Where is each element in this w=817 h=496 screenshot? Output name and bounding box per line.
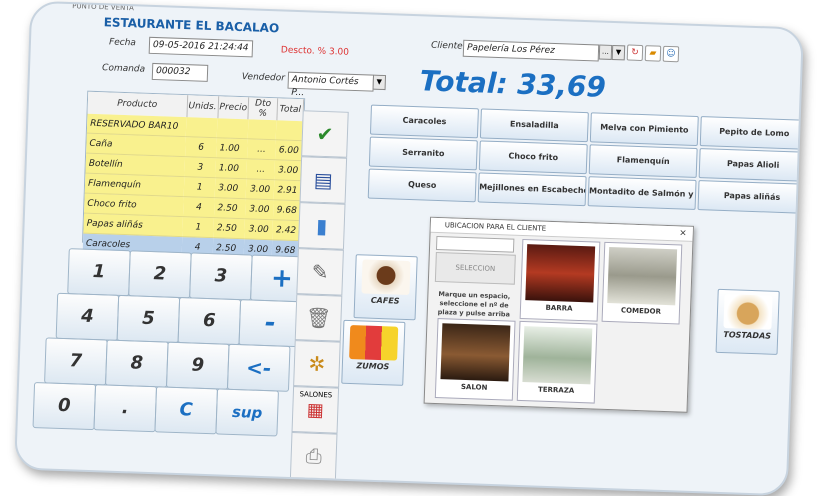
- cliente-label: Cliente: [430, 40, 463, 52]
- open-folder-icon[interactable]: ▮: [297, 202, 346, 250]
- key-6[interactable]: 6: [177, 297, 242, 346]
- product-button[interactable]: Ensaladilla: [479, 108, 589, 143]
- location-dialog: UBICACION PARA EL CLIENTE × SELECCION Ma…: [423, 216, 694, 413]
- printer-icon[interactable]: ⎙: [289, 432, 338, 480]
- product-button[interactable]: Serranito: [368, 136, 478, 171]
- key-5[interactable]: 5: [116, 294, 181, 344]
- fecha-label: Fecha: [108, 37, 137, 49]
- restaurant-name: ESTAURANTE EL BACALAO: [103, 15, 280, 36]
- vendedor-field[interactable]: Antonio Cortés P...: [287, 71, 375, 98]
- seleccion-button[interactable]: SELECCION: [434, 251, 516, 285]
- key-2[interactable]: 2: [128, 250, 192, 299]
- salones-label: SALONES: [299, 390, 333, 400]
- comanda-label: Comanda: [101, 63, 146, 75]
- edit-pencil-icon[interactable]: ✎: [296, 248, 344, 296]
- salones-button[interactable]: SALONES ▦: [291, 386, 340, 434]
- product-button[interactable]: Mejillones en Escabeche: [477, 172, 587, 207]
- category-label: CAFES: [370, 295, 400, 306]
- place-label: COMEDOR: [620, 306, 662, 316]
- broom-icon[interactable]: ✲: [293, 340, 341, 388]
- side-toolbar: ✔ ▤ ▮ ✎ 🗑 ✲ SALONES ▦ ⎙: [289, 110, 349, 480]
- place-comedor[interactable]: COMEDOR: [601, 241, 683, 325]
- key-backspace[interactable]: <-: [226, 343, 291, 392]
- category-label: ZUMOS: [356, 361, 390, 372]
- product-button[interactable]: Pepito de Lomo: [699, 116, 804, 150]
- category-tostadas[interactable]: TOSTADAS: [715, 288, 780, 355]
- salon-photo: [440, 323, 511, 382]
- refresh-icon[interactable]: ↻: [626, 44, 644, 62]
- dialog-title: UBICACION PARA EL CLIENTE: [444, 221, 547, 233]
- col-total: Total: [276, 98, 304, 122]
- vendedor-dropdown-icon[interactable]: ▼: [372, 74, 387, 91]
- key-sup[interactable]: sup: [215, 388, 279, 437]
- category-cafes[interactable]: CAFES: [353, 254, 418, 321]
- place-label: TERRAZA: [537, 385, 575, 395]
- barra-photo: [525, 244, 596, 303]
- coffee-icon: [361, 259, 411, 296]
- comanda-field[interactable]: 000032: [151, 62, 209, 82]
- map-icon: ▦: [306, 399, 325, 422]
- key-1[interactable]: 1: [67, 248, 131, 297]
- save-icon[interactable]: ▤: [299, 156, 348, 204]
- product-button[interactable]: Melva con Pimiento: [589, 112, 699, 147]
- product-button[interactable]: Papas aliñás: [697, 180, 804, 214]
- col-unids: Unids.: [186, 95, 219, 119]
- pos-window: PUNTO DE VENTA ESTAURANTE EL BACALAO Fec…: [14, 0, 804, 496]
- key-4[interactable]: 4: [55, 292, 120, 341]
- close-icon[interactable]: ×: [679, 226, 687, 240]
- category-zumos[interactable]: ZUMOS: [341, 319, 406, 386]
- descuento-label: Descto. % 3.00: [280, 45, 350, 58]
- cliente-more-icon[interactable]: …: [598, 44, 613, 60]
- fecha-field[interactable]: 09-05-2016 21:24:44: [148, 36, 254, 58]
- key-7[interactable]: 7: [44, 337, 108, 386]
- place-barra[interactable]: BARRA: [519, 238, 601, 322]
- col-dto: Dto %: [248, 97, 278, 121]
- plaza-field[interactable]: [435, 235, 515, 253]
- product-button[interactable]: Choco frito: [478, 140, 588, 175]
- terraza-photo: [522, 326, 593, 385]
- key-3[interactable]: 3: [189, 252, 253, 301]
- place-salon[interactable]: SALON: [434, 318, 516, 401]
- trash-icon[interactable]: 🗑: [294, 294, 343, 342]
- cliente-field[interactable]: Papelería Los Pérez: [462, 39, 600, 62]
- toast-icon: [723, 294, 773, 330]
- col-precio: Precio: [217, 96, 249, 120]
- key-8[interactable]: 8: [105, 339, 169, 388]
- product-button[interactable]: Papas Alioli: [698, 148, 804, 182]
- numeric-keypad: 1 2 3 + 4 5 6 - 7 8 9 <- 0 . C sup: [22, 247, 314, 446]
- top-caption: PUNTO DE VENTA: [72, 2, 134, 13]
- order-table: Producto Unids. Precio Dto % Total RESER…: [82, 90, 306, 261]
- juice-icon: [349, 324, 399, 361]
- vendedor-label: Vendedor: [241, 72, 286, 84]
- key-clear[interactable]: C: [154, 386, 219, 435]
- key-minus[interactable]: -: [238, 299, 303, 348]
- key-9[interactable]: 9: [165, 341, 230, 390]
- folder-icon[interactable]: ▰: [644, 45, 662, 62]
- comedor-photo: [607, 246, 678, 306]
- product-button[interactable]: Queso: [367, 168, 477, 203]
- key-0[interactable]: 0: [32, 381, 97, 431]
- product-button[interactable]: Flamenquín: [588, 144, 698, 178]
- product-button[interactable]: Caracoles: [369, 104, 479, 139]
- register-check-icon[interactable]: ✔: [301, 110, 349, 158]
- cliente-dropdown-icon[interactable]: ▼: [611, 44, 626, 61]
- category-label: TOSTADAS: [723, 330, 772, 341]
- product-button[interactable]: Montadito de Salmón y ...: [587, 176, 697, 210]
- users-icon[interactable]: ☺: [662, 45, 680, 63]
- order-total: Total: 33,69: [419, 64, 607, 104]
- place-terraza[interactable]: TERRAZA: [516, 320, 598, 404]
- place-label: BARRA: [545, 303, 573, 313]
- key-dot[interactable]: .: [93, 384, 158, 433]
- place-label: SALON: [460, 382, 488, 392]
